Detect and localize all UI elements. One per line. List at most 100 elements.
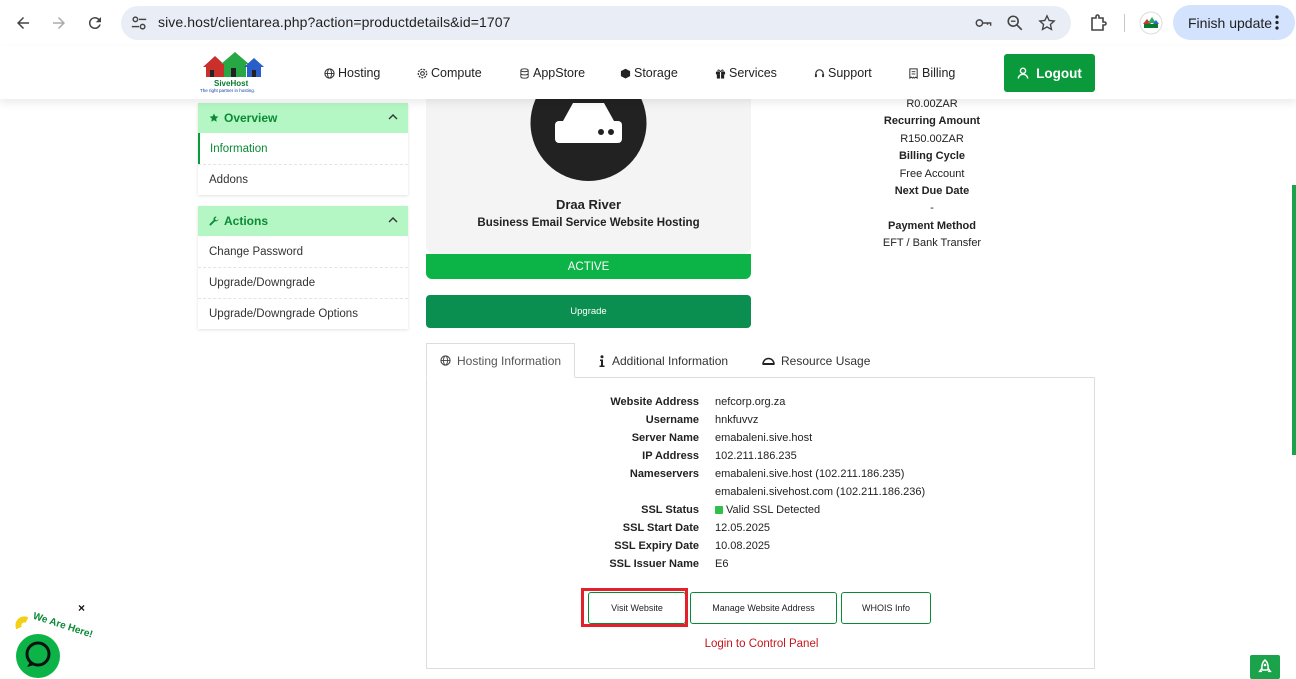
globe-icon (440, 355, 451, 366)
logo-houses-icon (203, 52, 264, 77)
scroll-to-top-button[interactable] (1250, 655, 1280, 679)
info-key: Server Name (631, 432, 699, 444)
menu-hosting[interactable]: Hosting (324, 66, 380, 80)
tab-hosting-information-label: Hosting Information (457, 353, 562, 368)
hosting-information-panel: Website Address nefcorp.org.za Username … (426, 377, 1095, 669)
chevron-up-icon (388, 114, 398, 120)
info-row-server-name: Server Name emabaleni.sive.host (427, 432, 1096, 450)
billing-cycle-value: Free Account (899, 167, 965, 180)
info-key: Website Address (610, 396, 699, 408)
chevron-up-icon (388, 217, 398, 223)
sivehost-logo[interactable]: SiveHost The right partner in hosting. (200, 52, 270, 94)
manage-website-address-button[interactable]: Manage Website Address (690, 592, 837, 624)
info-key: IP Address (642, 450, 699, 462)
menu-compute[interactable]: Compute (417, 66, 482, 80)
overview-title: Overview (224, 111, 278, 125)
next-due-date-label: Next Due Date (894, 185, 970, 198)
receipt-icon (909, 67, 918, 79)
billing-cycle-label: Billing Cycle (898, 150, 966, 163)
arrow-left-icon (17, 17, 29, 29)
info-key: SSL Issuer Name (609, 558, 699, 570)
user-icon (1017, 67, 1029, 79)
overview-panel: Overview Information Addons (198, 103, 408, 195)
scrollbar-thumb[interactable] (1292, 185, 1296, 455)
info-key: SSL Status (641, 504, 699, 516)
info-value: emabaleni.sive.host (102.211.186.235) (715, 468, 905, 480)
zoom-icon[interactable] (1006, 14, 1024, 32)
menu-billing-label: Billing (922, 66, 956, 80)
menu-billing[interactable]: Billing (908, 66, 955, 80)
overview-panel-header[interactable]: Overview (198, 103, 408, 133)
finish-update-button[interactable]: Finish update (1173, 5, 1295, 40)
info-key: SSL Start Date (622, 522, 699, 534)
info-row-website-address: Website Address nefcorp.org.za (427, 396, 1096, 414)
sidebar-item-information[interactable]: Information (198, 133, 408, 164)
info-value: hnkfuvvz (715, 414, 759, 426)
reload-button[interactable] (83, 11, 107, 35)
menu-services[interactable]: Services (715, 66, 777, 80)
sidebar-item-addons[interactable]: Addons (198, 164, 408, 195)
chat-bubble-background (16, 634, 60, 678)
extensions-icon[interactable] (1088, 13, 1108, 33)
finish-update-label: Finish update (1188, 14, 1273, 31)
star-icon (209, 113, 219, 122)
login-control-panel-link[interactable]: Login to Control Panel (427, 638, 1096, 650)
sidebar-item-change-password[interactable]: Change Password (198, 236, 408, 267)
browser-toolbar: sive.host/clientarea.php?action=productd… (0, 0, 1296, 46)
tab-additional-information[interactable]: Additional Information (585, 343, 741, 378)
menu-services-label: Services (729, 66, 777, 80)
password-key-icon[interactable] (974, 14, 992, 32)
visit-website-highlight-box (581, 588, 688, 627)
dashboard-gauge-icon (762, 357, 775, 365)
logo-tagline: The right partner in hosting. (200, 88, 256, 93)
chat-widget[interactable]: We Are Here! (14, 606, 94, 679)
bookmark-star-icon[interactable] (1038, 14, 1056, 32)
site-settings-icon[interactable] (130, 14, 148, 32)
toolbar-divider (1124, 14, 1125, 32)
kebab-menu-icon (1275, 15, 1279, 30)
info-key: Username (645, 414, 699, 426)
info-row-username: Username hnkfuvvz (427, 414, 1096, 432)
sidebar-item-upgrade-downgrade[interactable]: Upgrade/Downgrade (198, 267, 408, 298)
menu-storage[interactable]: Storage (620, 66, 678, 80)
wrench-icon (209, 216, 219, 226)
menu-storage-label: Storage (634, 66, 678, 80)
reload-icon (88, 17, 101, 30)
ssl-lock-icon (715, 506, 723, 514)
actions-title: Actions (224, 214, 269, 228)
tab-hosting-information[interactable]: Hosting Information (426, 343, 576, 378)
recurring-amount-value: R150.00ZAR (900, 132, 964, 145)
profile-avatar-icon[interactable] (1139, 11, 1163, 35)
info-row-nameservers: Nameservers emabaleni.sive.host (102.211… (427, 468, 1096, 486)
url-text[interactable]: sive.host/clientarea.php?action=productd… (158, 14, 511, 30)
info-value: 12.05.2025 (715, 522, 771, 534)
info-value: 102.211.186.235 (715, 450, 797, 462)
product-card: Draa River Business Email Service Websit… (426, 79, 751, 254)
menu-support[interactable]: Support (814, 66, 872, 80)
info-row-nameserver-2: emabaleni.sivehost.com (102.211.186.236) (427, 486, 1096, 504)
info-row-ssl-expiry-date: SSL Expiry Date 10.08.2025 (427, 540, 1096, 558)
back-button[interactable] (11, 11, 35, 35)
whois-info-button[interactable]: WHOIS Info (841, 592, 931, 624)
info-value: nefcorp.org.za (715, 396, 786, 408)
forward-button[interactable] (47, 11, 71, 35)
arrow-right-icon (53, 17, 65, 29)
menu-compute-label: Compute (431, 66, 482, 80)
address-bar[interactable]: sive.host/clientarea.php?action=productd… (121, 6, 1071, 40)
info-value: 10.08.2025 (715, 540, 771, 552)
sidebar-item-upgrade-downgrade-options[interactable]: Upgrade/Downgrade Options (198, 298, 408, 329)
upgrade-button[interactable]: Upgrade (426, 295, 751, 328)
logo-brand-text: SiveHost (214, 79, 249, 88)
actions-panel-header[interactable]: Actions (198, 206, 408, 236)
info-key: Nameservers (629, 468, 699, 480)
payment-method-label: Payment Method (887, 219, 976, 232)
menu-appstore-label: AppStore (533, 66, 586, 80)
menu-appstore[interactable]: AppStore (519, 66, 585, 80)
menu-hosting-label: Hosting (338, 66, 381, 80)
tab-resource-usage[interactable]: Resource Usage (749, 343, 883, 378)
logout-button[interactable]: Logout (1004, 54, 1095, 92)
product-name: Draa River (555, 197, 622, 212)
info-value: emabaleni.sive.host (715, 432, 813, 444)
recurring-amount-label: Recurring Amount (883, 115, 981, 128)
tab-additional-information-label: Additional Information (612, 353, 729, 368)
